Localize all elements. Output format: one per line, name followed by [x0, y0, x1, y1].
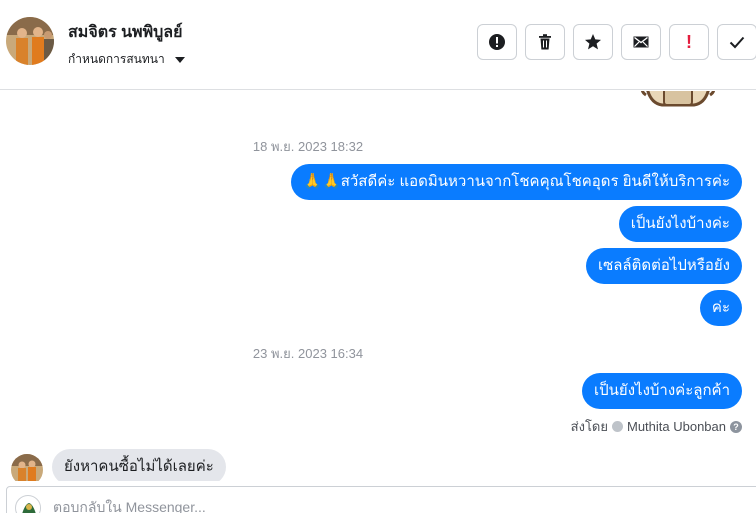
mark-done-button[interactable] — [717, 24, 756, 60]
message-timestamp: 18 พ.ย. 2023 18:32 — [252, 139, 364, 154]
sticker-image — [640, 91, 716, 107]
outgoing-message[interactable]: ค่ะ — [699, 290, 742, 326]
alert-button[interactable] — [477, 24, 517, 60]
help-icon[interactable]: ? — [730, 420, 742, 433]
sent-by-info: ส่งโดย Muthita Ubonban ? — [571, 416, 742, 437]
caret-down-icon — [174, 56, 185, 63]
contact-avatar[interactable] — [6, 17, 54, 65]
alert-circle-icon — [489, 34, 505, 50]
contact-avatar-small — [11, 454, 43, 481]
checkmark-icon — [729, 36, 745, 49]
message-thread[interactable]: 18 พ.ย. 2023 18:32 🙏🙏สวัสดีค่ะ แอดมินหวา… — [0, 91, 756, 481]
outgoing-message[interactable]: เซลล์ติดต่อไปหรือยัง — [585, 248, 742, 284]
assign-conversation-label: กำหนดการสนทนา — [68, 52, 165, 66]
reply-composer — [6, 486, 756, 513]
mark-important-button[interactable]: ! — [669, 24, 709, 60]
message-timestamp: 23 พ.ย. 2023 16:34 — [252, 346, 364, 361]
sent-by-name: Muthita Ubonban — [626, 419, 726, 434]
page-avatar — [15, 495, 41, 513]
incoming-message[interactable]: ยังหาคนซื้อไม่ได้เลยค่ะ — [52, 449, 226, 481]
mail-button[interactable] — [621, 24, 661, 60]
delete-button[interactable] — [525, 24, 565, 60]
conversation-toolbar: ! — [477, 24, 756, 60]
conversation-header: สมจิตร นพพิบูลย์ กำหนดการสนทนา ! — [0, 0, 756, 90]
envelope-icon — [633, 36, 649, 48]
sent-by-prefix: ส่งโดย — [570, 419, 608, 434]
star-icon — [585, 34, 601, 50]
outgoing-message[interactable]: เป็นยังไงบ้างค่ะ — [618, 206, 742, 242]
reply-input[interactable] — [53, 499, 653, 513]
outgoing-message[interactable]: เป็นยังไงบ้างค่ะลูกค้า — [582, 373, 742, 409]
trash-icon — [539, 34, 551, 50]
contact-name[interactable]: สมจิตร นพพิบูลย์ — [68, 20, 182, 45]
outgoing-message[interactable]: 🙏🙏สวัสดีค่ะ แอดมินหวานจากโชคคุณโชคอุดร ย… — [291, 164, 742, 200]
seen-status-icon — [611, 421, 623, 432]
assign-conversation-dropdown[interactable]: กำหนดการสนทนา — [68, 50, 185, 69]
star-button[interactable] — [573, 24, 613, 60]
exclamation-icon: ! — [686, 31, 692, 52]
